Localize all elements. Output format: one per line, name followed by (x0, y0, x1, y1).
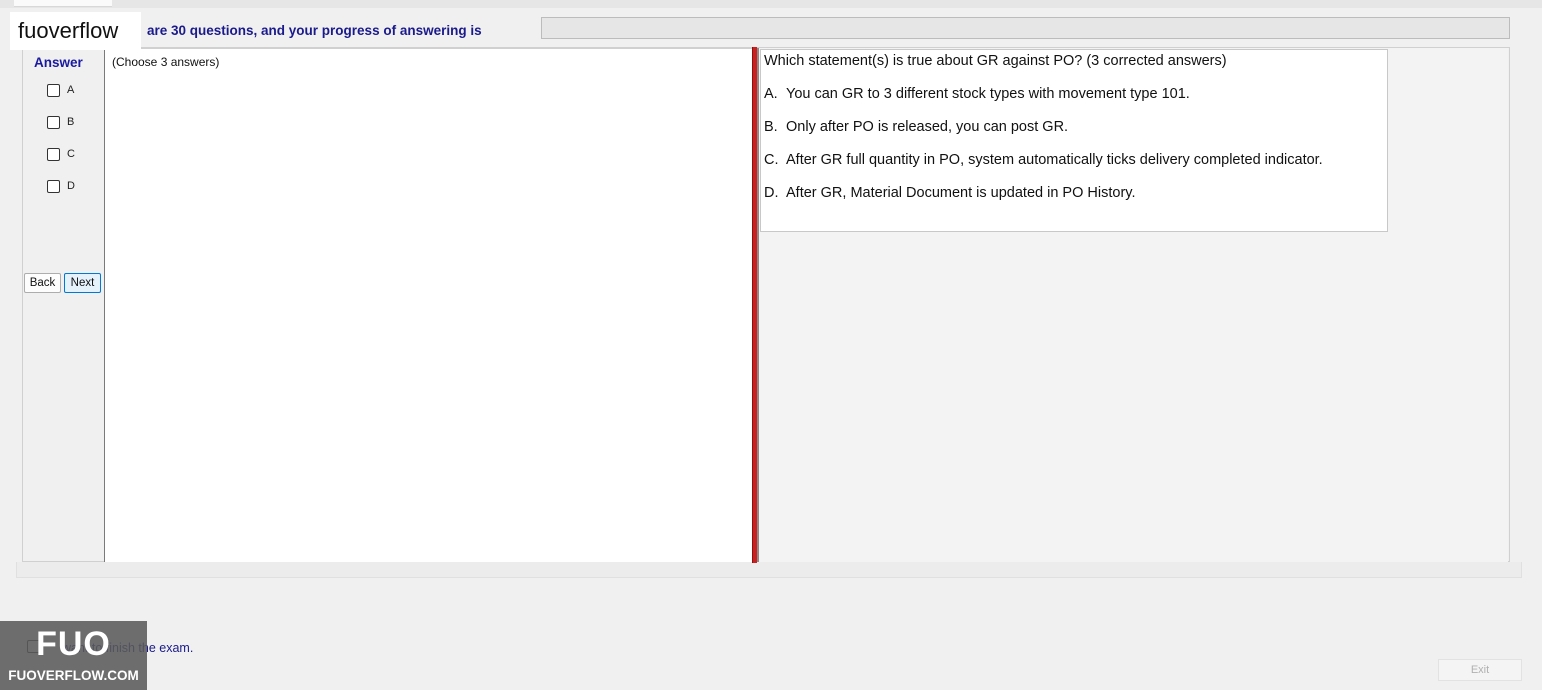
logo-site-text: FUOVERFLOW.COM (8, 668, 139, 683)
choice-c-text: After GR full quantity in PO, system aut… (786, 152, 1323, 168)
option-d[interactable]: D (47, 178, 75, 194)
choice-c: C. After GR full quantity in PO, system a… (764, 152, 1323, 168)
choice-c-letter: C. (764, 152, 779, 168)
question-box: Which statement(s) is true about GR agai… (760, 49, 1388, 232)
choice-b-letter: B. (764, 119, 778, 135)
choice-d-letter: D. (764, 185, 779, 201)
option-c-label: C (67, 148, 75, 160)
choice-d-text: After GR, Material Document is updated i… (786, 185, 1136, 201)
choice-d: D. After GR, Material Document is updated… (764, 185, 1135, 201)
choice-b-text: Only after PO is released, you can post … (786, 119, 1069, 135)
next-button[interactable]: Next (64, 273, 101, 293)
option-a-checkbox[interactable] (47, 83, 60, 97)
progress-bar (541, 17, 1510, 39)
choose-instruction: (Choose 3 answers) (112, 55, 220, 69)
option-a[interactable]: A (47, 82, 74, 98)
option-c[interactable]: C (47, 146, 75, 162)
choice-b: B. Only after PO is released, you can pos… (764, 119, 1068, 135)
panel-bottom-band (16, 562, 1522, 578)
brand-label: fuoverflow (10, 12, 141, 50)
option-b-label: B (67, 116, 75, 128)
choice-a: A. You can GR to 3 different stock types … (764, 86, 1190, 102)
choice-a-text: You can GR to 3 different stock types wi… (786, 86, 1190, 102)
answer-text-pane[interactable]: (Choose 3 answers) (104, 48, 752, 562)
option-b-checkbox[interactable] (47, 115, 60, 129)
option-a-label: A (67, 84, 75, 96)
exit-button[interactable]: Exit (1438, 659, 1522, 681)
progress-text: are 30 questions, and your progress of a… (147, 23, 482, 38)
back-button[interactable]: Back (24, 273, 61, 293)
choice-a-letter: A. (764, 86, 778, 102)
window-top-strip (0, 0, 1542, 8)
option-c-checkbox[interactable] (47, 147, 60, 161)
question-text: Which statement(s) is true about GR agai… (764, 53, 1227, 69)
answer-title: Answer (34, 55, 83, 70)
option-d-checkbox[interactable] (47, 179, 60, 193)
logo-mark: FUO (36, 625, 111, 663)
option-b[interactable]: B (47, 114, 74, 130)
top-tab[interactable] (14, 0, 112, 7)
site-logo: FUO FUOVERFLOW.COM (0, 621, 147, 690)
option-d-label: D (67, 180, 75, 192)
